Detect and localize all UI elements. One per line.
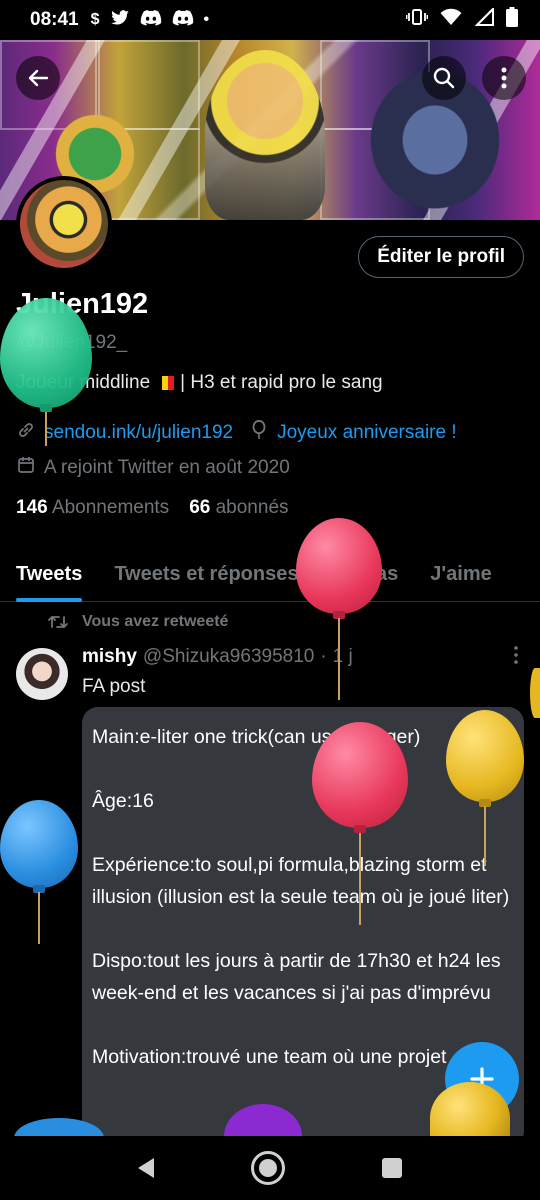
dot-icon: •: [203, 11, 210, 28]
link-icon: [16, 421, 36, 444]
search-icon: [433, 67, 455, 89]
retweet-label: Vous avez retweeté: [82, 613, 229, 630]
card-line: Dispo:tout les jours à partir de 17h30 e…: [92, 950, 501, 1004]
tweet-header: mishy @Shizuka96395810 · 1 j: [82, 646, 353, 668]
followers-count: 66: [189, 497, 211, 518]
wifi-icon: [440, 8, 462, 32]
status-time: 08:41: [30, 9, 79, 30]
website-link[interactable]: sendou.ink/u/julien192: [44, 422, 233, 444]
balloon-icon: [249, 419, 269, 445]
battery-icon: [506, 7, 518, 33]
profile-joined-row: A rejoint Twitter en août 2020: [16, 456, 290, 479]
tweet-separator: ·: [320, 646, 327, 667]
nav-home-icon[interactable]: [250, 1151, 285, 1185]
nav-back-icon[interactable]: [138, 1158, 155, 1178]
profile-avatar[interactable]: [16, 176, 112, 272]
profile-tabs: Tweets Tweets et réponses Médias J'aime: [0, 548, 540, 602]
belgium-flag-icon: [156, 376, 175, 390]
calendar-icon: [16, 456, 36, 479]
tweet-text: FA post: [82, 676, 146, 697]
following-label: Abonnements: [51, 497, 170, 518]
signal-icon: [474, 6, 494, 32]
profile-meta-row: sendou.ink/u/julien192 Joyeux anniversai…: [16, 419, 457, 445]
system-nav-bar: [0, 1136, 540, 1200]
discord-icon: [140, 9, 162, 31]
arrow-left-icon: [28, 69, 49, 87]
edit-profile-button[interactable]: Éditer le profil: [358, 236, 524, 278]
nav-recents-icon[interactable]: [381, 1158, 402, 1178]
joined-date: A rejoint Twitter en août 2020: [44, 456, 290, 478]
followers-label: abonnés: [215, 497, 289, 518]
search-button[interactable]: [422, 56, 466, 100]
retweet-icon: [48, 615, 68, 629]
tab-likes[interactable]: J'aime: [414, 548, 507, 602]
more-vertical-icon: [514, 646, 518, 664]
back-button[interactable]: [16, 56, 60, 100]
card-line: Expérience:to soul,pi formula,blazing st…: [92, 854, 510, 908]
following-count: 146: [16, 497, 48, 518]
status-bar: 08:41 $ •: [0, 0, 540, 40]
followers-link[interactable]: 66 abonnés: [189, 497, 288, 519]
vibrate-icon: [405, 8, 429, 32]
tweet-more-button[interactable]: [514, 646, 518, 670]
tweet-author-avatar[interactable]: [16, 648, 68, 700]
banner-character: [205, 50, 325, 220]
birthday-link[interactable]: Joyeux anniversaire !: [277, 422, 457, 444]
follow-counts: 146 Abonnements 66 abonnés: [16, 497, 289, 519]
more-vertical-icon: [501, 67, 507, 89]
tab-tweets[interactable]: Tweets: [0, 548, 98, 602]
following-link[interactable]: 146 Abonnements: [16, 497, 169, 519]
bio-text: | H3 et rapid pro le sang: [180, 372, 383, 393]
discord-icon: [172, 9, 194, 31]
tweet-time[interactable]: 1 j: [333, 646, 353, 668]
card-line: Âge:16: [92, 790, 154, 812]
more-options-button[interactable]: [482, 56, 526, 100]
tweet-author-name[interactable]: mishy: [82, 646, 137, 668]
dollar-icon: $: [90, 11, 100, 28]
retweet-indicator: Vous avez retweeté: [48, 613, 228, 631]
notification-icons: $ •: [90, 9, 210, 31]
tweet-author-handle[interactable]: @Shizuka96395810: [143, 646, 314, 668]
system-icons: [405, 6, 518, 33]
tab-tweets-replies[interactable]: Tweets et réponses: [98, 548, 314, 602]
twitter-bird-icon: [110, 9, 130, 31]
